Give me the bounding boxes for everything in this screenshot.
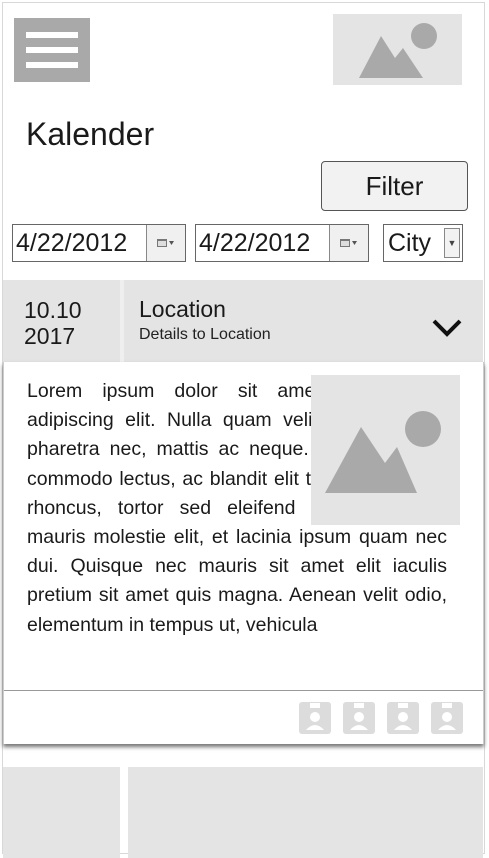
event-accordion-header[interactable]: 10.10 2017 Location Details to Location	[3, 280, 483, 362]
image-placeholder-icon	[333, 14, 462, 85]
calendar-icon[interactable]	[146, 225, 185, 261]
page-title: Kalender	[26, 116, 155, 152]
date-from-value: 4/22/2012	[16, 229, 128, 257]
calendar-icon[interactable]	[329, 225, 368, 261]
divider	[120, 280, 124, 362]
date-from-picker[interactable]: 4/22/2012	[12, 224, 186, 262]
user-badge-icon[interactable]	[299, 702, 331, 734]
date-to-value: 4/22/2012	[199, 229, 311, 257]
user-badge-icon[interactable]	[343, 702, 375, 734]
city-select-value: City	[388, 229, 432, 257]
user-badge-icon[interactable]	[387, 702, 419, 734]
divider	[4, 690, 483, 691]
event-location-details: Details to Location	[139, 326, 271, 343]
caret-down-icon[interactable]: ▼	[444, 228, 460, 258]
event-date-day: 10.10	[24, 297, 82, 323]
image-placeholder-icon	[311, 375, 460, 525]
event-date: 10.10 2017	[3, 280, 120, 362]
hamburger-menu-icon[interactable]	[14, 18, 90, 82]
event-date-year: 2017	[24, 323, 76, 349]
attendee-list	[299, 702, 463, 734]
event-detail-panel: Lorem ipsum dolor sit amet, consectetur …	[3, 362, 484, 744]
user-badge-icon[interactable]	[431, 702, 463, 734]
city-select[interactable]: City ▼	[383, 224, 463, 262]
next-event-header[interactable]	[128, 767, 483, 858]
event-location: Location	[139, 296, 226, 322]
chevron-down-icon[interactable]	[431, 318, 463, 338]
next-event-date-cell[interactable]	[3, 767, 120, 858]
date-to-picker[interactable]: 4/22/2012	[195, 224, 369, 262]
filter-button[interactable]: Filter	[321, 161, 468, 211]
